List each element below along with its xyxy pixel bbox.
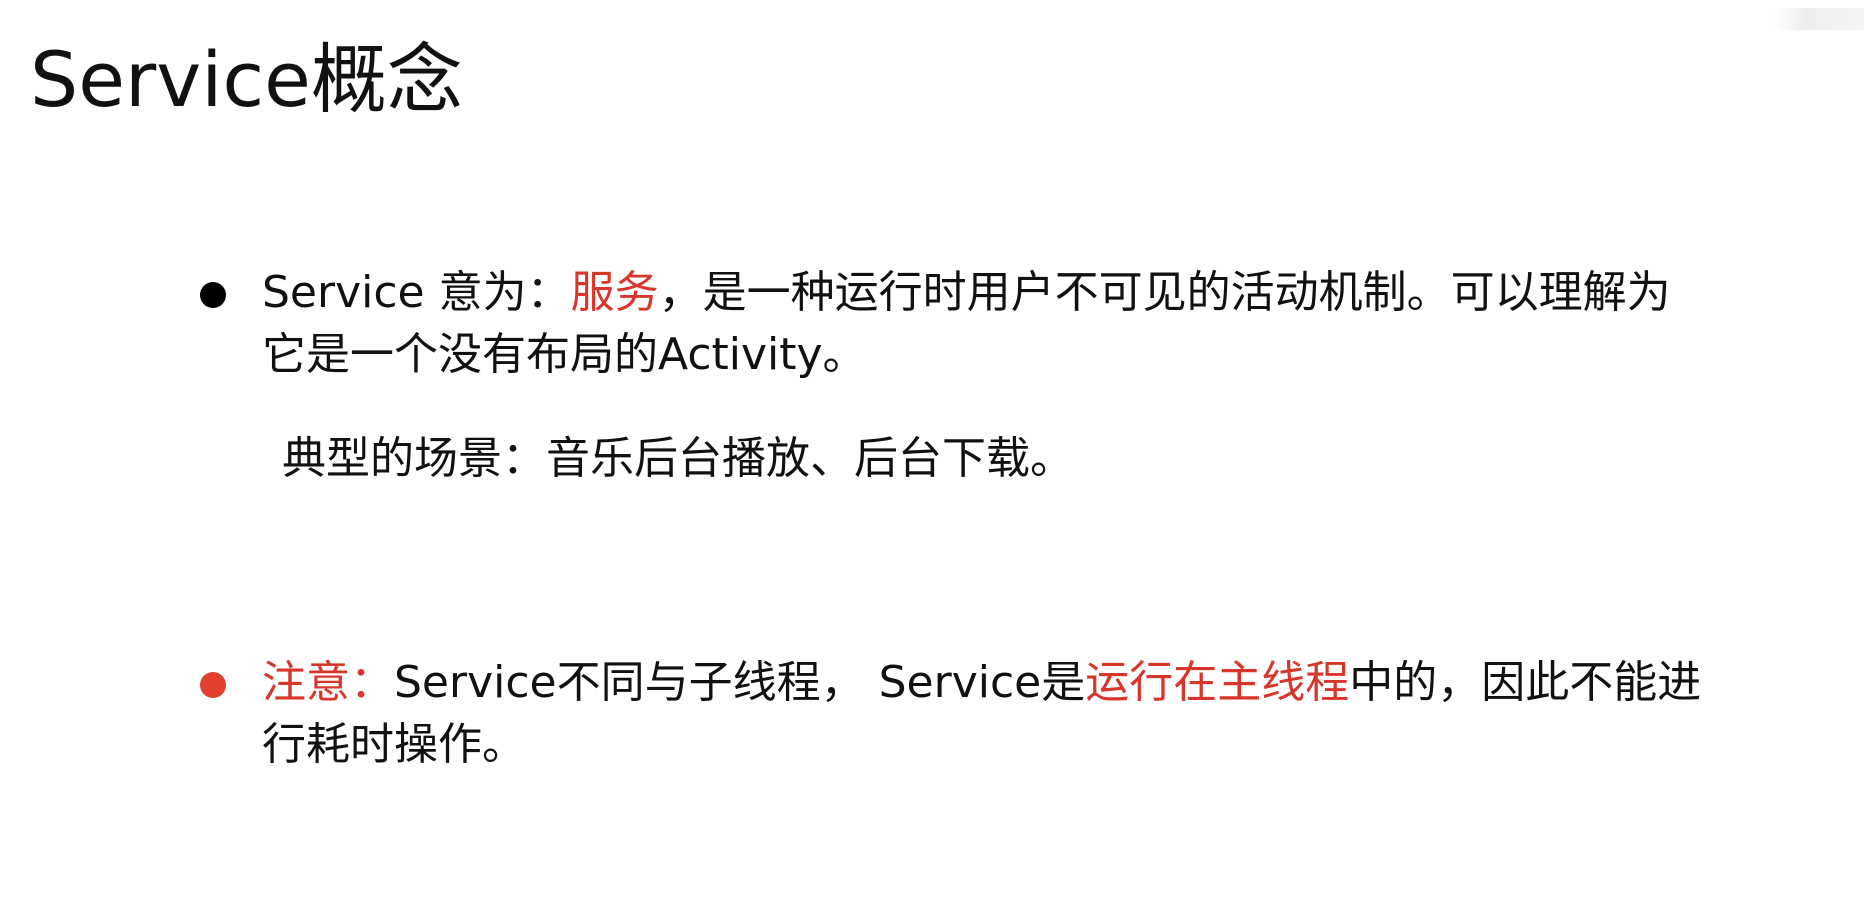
note-line-2: 行耗时操作。 (262, 719, 526, 770)
bullet-line-1-rest: ，是一种运行时用户不可见的活动机制。可以理解为 (658, 267, 1671, 318)
bullet-line-1: Service 意为：服务，是一种运行时用户不可见的活动机制。可以理解为 (262, 262, 1832, 324)
note-part-1: Service不同与子线程， Service是 (394, 657, 1086, 708)
corner-watermark (1774, 8, 1864, 30)
bullet-dot-black (200, 282, 226, 308)
bullet-lead: Service 意为： (262, 267, 571, 318)
typical-scenario-text: 典型的场景：音乐后台播放、后台下载。 (282, 433, 1074, 484)
highlight-main-thread: 运行在主线程 (1085, 657, 1350, 708)
bullet-text-service-meaning: Service 意为：服务，是一种运行时用户不可见的活动机制。可以理解为 它是一… (262, 262, 1832, 386)
bullet-text-note: 注意：Service不同与子线程， Service是运行在主线程中的，因此不能进… (262, 652, 1832, 776)
bullet-line-2: 它是一个没有布局的Activity。 (262, 329, 867, 380)
note-line-1: 注意：Service不同与子线程， Service是运行在主线程中的，因此不能进 (262, 652, 1832, 714)
highlight-service-word: 服务 (570, 267, 659, 318)
note-label: 注意： (262, 657, 394, 708)
slide-title: Service概念 (30, 35, 463, 124)
slide: Service概念 Service 意为：服务，是一种运行时用户不可见的活动机制… (0, 0, 1864, 924)
note-part-2: 中的，因此不能进 (1349, 657, 1702, 708)
bullet-dot-red (200, 672, 226, 698)
